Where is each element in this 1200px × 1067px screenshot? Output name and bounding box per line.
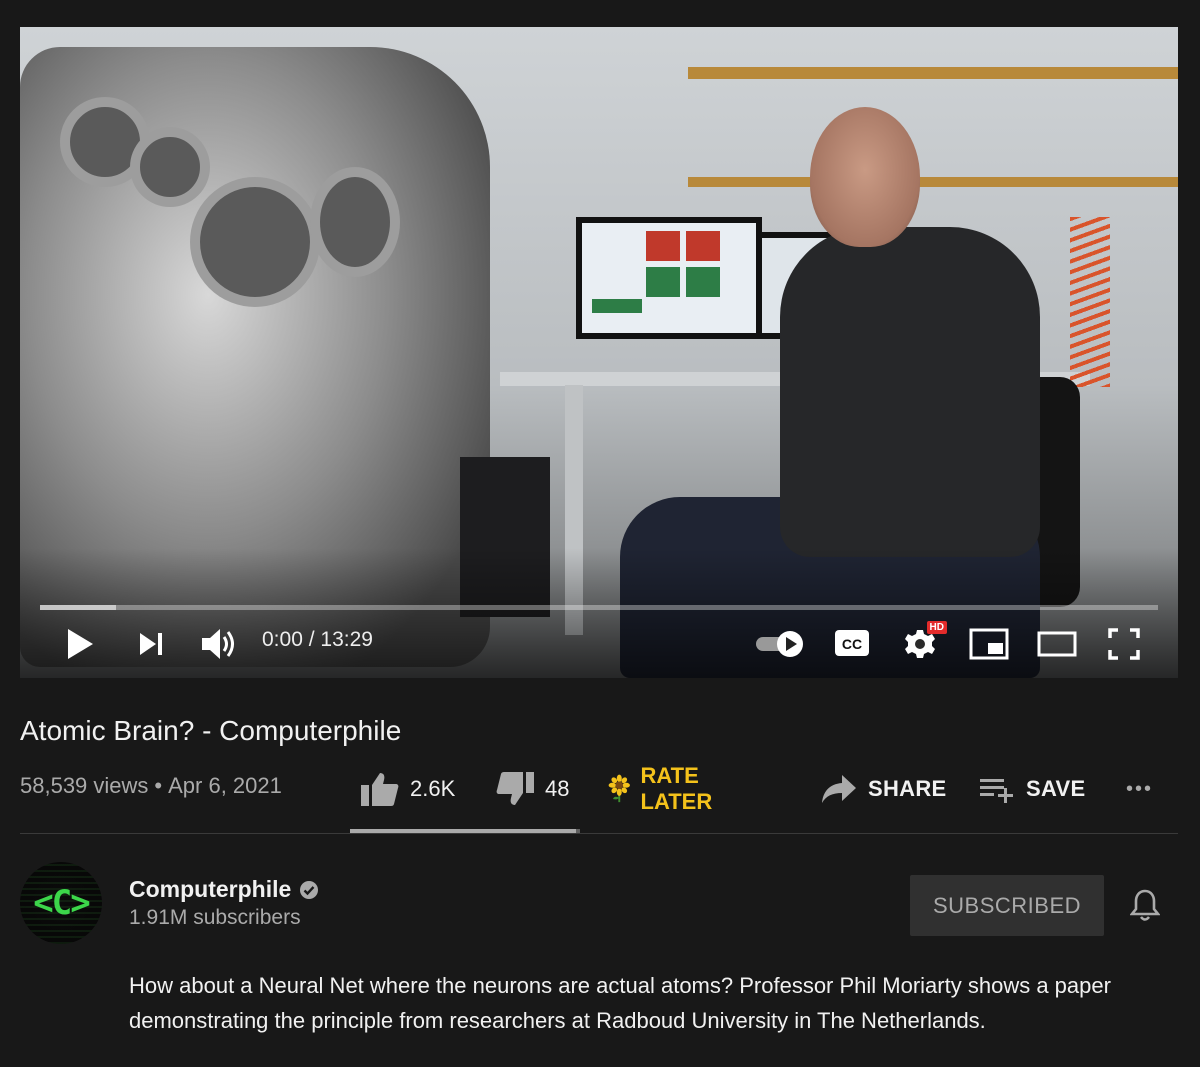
view-count: 58,539 views [20, 773, 149, 798]
theater-mode-button[interactable] [1036, 628, 1078, 660]
fullscreen-icon [1108, 628, 1140, 660]
person-head [810, 107, 920, 247]
video-description: How about a Neural Net where the neurons… [129, 973, 1111, 1033]
progress-bar[interactable] [40, 605, 1158, 610]
share-label: SHARE [868, 776, 947, 801]
miniplayer-icon [969, 628, 1009, 660]
autoplay-toggle[interactable] [754, 628, 808, 660]
like-button[interactable]: 2.6K [360, 764, 455, 814]
channel-name: Computerphile [129, 876, 292, 902]
theater-icon [1037, 631, 1077, 657]
share-button[interactable]: SHARE [820, 764, 947, 814]
play-icon [68, 629, 93, 659]
channel-logo: <C> [33, 883, 90, 923]
save-button[interactable]: SAVE [978, 764, 1085, 814]
coiled-cable [1070, 217, 1110, 387]
player-controls: 0:00 / 13:29 CC HD [20, 620, 1178, 670]
hd-badge: HD [926, 621, 947, 634]
shelf [688, 67, 1178, 79]
miniplayer-button[interactable] [968, 626, 1010, 662]
save-label: SAVE [1026, 776, 1086, 801]
meta-separator: • [154, 773, 163, 798]
divider [20, 833, 1178, 834]
current-time: 0:00 [262, 628, 303, 651]
subscribed-button[interactable]: SUBSCRIBED [910, 875, 1104, 936]
time-display: 0:00 / 13:29 [262, 628, 373, 652]
upload-date: Apr 6, 2021 [168, 773, 282, 798]
next-icon [140, 633, 162, 655]
time-separator: / [302, 628, 321, 651]
chamber-flange [310, 167, 400, 277]
playlist-add-icon [980, 779, 1013, 803]
rate-later-button[interactable]: RATE LATER [608, 763, 726, 814]
fullscreen-button[interactable] [1106, 626, 1142, 662]
video-meta: 58,539 views • Apr 6, 2021 [20, 773, 282, 799]
volume-icon [202, 629, 234, 659]
subscriber-count: 1.91M subscribers [129, 906, 301, 929]
settings-button[interactable]: HD [902, 621, 947, 662]
video-player[interactable]: 0:00 / 13:29 CC HD [20, 27, 1178, 678]
channel-name-link[interactable]: Computerphile [129, 876, 319, 903]
duration: 13:29 [320, 628, 373, 651]
dislike-button[interactable]: 48 [495, 764, 569, 814]
play-button[interactable] [62, 624, 98, 664]
video-frame [20, 27, 1178, 678]
person-torso [780, 227, 1040, 557]
chamber-flange [130, 127, 210, 207]
more-actions-button[interactable]: ••• [1126, 764, 1153, 814]
rate-later-label: RATE LATER [640, 763, 713, 814]
next-button[interactable] [136, 628, 166, 660]
thumbs-up-icon [361, 773, 399, 806]
more-icon: ••• [1126, 777, 1154, 800]
verified-check-icon [300, 880, 319, 899]
captions-icon: CC [835, 630, 869, 656]
sunflower-icon [608, 774, 630, 803]
channel-avatar[interactable]: <C> [20, 862, 102, 944]
notification-bell-button[interactable] [1124, 884, 1166, 926]
captions-button[interactable]: CC [834, 628, 870, 658]
captions-label: CC [842, 636, 862, 652]
autoplay-toggle-icon [756, 631, 803, 657]
lab-monitor [576, 217, 762, 339]
progress-buffered [40, 605, 117, 610]
thumbs-down-icon [496, 772, 534, 805]
share-icon [822, 775, 856, 803]
volume-button[interactable] [198, 624, 240, 664]
bell-icon [1130, 889, 1160, 921]
like-count: 2.6K [410, 776, 456, 801]
shelf [688, 177, 1178, 187]
dislike-count: 48 [545, 776, 570, 801]
video-title: Atomic Brain? - Computerphile [20, 715, 402, 746]
chamber-flange [190, 177, 320, 307]
